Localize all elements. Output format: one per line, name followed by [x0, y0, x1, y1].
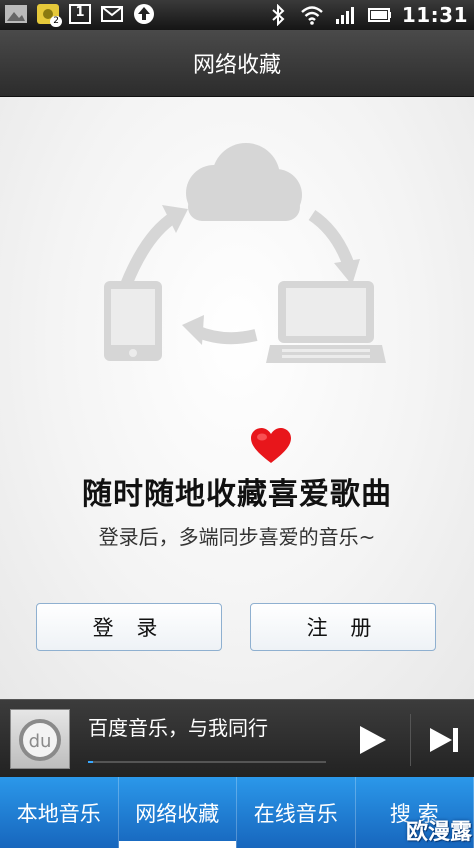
arrow-down-icon: [308, 210, 360, 285]
gallery-icon: [4, 3, 28, 25]
bottom-tab-bar: 本地音乐 网络收藏 在线音乐 搜 索 欧漫露: [0, 777, 474, 848]
title-bar: 网络收藏: [0, 30, 474, 97]
upload-icon: [132, 3, 156, 25]
mail-icon: [100, 3, 124, 25]
signal-icon: [334, 4, 358, 26]
battery-icon: [367, 4, 392, 26]
divider: [410, 714, 411, 766]
album-logo-text: du: [29, 731, 52, 752]
status-bar: 2 1 11:31: [0, 0, 474, 30]
tab-online-music[interactable]: 在线音乐: [237, 777, 356, 848]
cloud-sync-panel: 随时随地收藏喜爱歌曲 登录后，多端同步喜爱的音乐~ 登 录 注 册: [0, 97, 474, 699]
album-art[interactable]: du: [10, 709, 70, 769]
register-button[interactable]: 注 册: [250, 603, 436, 651]
notification-badge: 2: [50, 16, 62, 27]
track-title: 百度音乐，与我同行: [88, 716, 268, 740]
mini-player: du 百度音乐，与我同行: [0, 699, 474, 778]
wifi-icon: [300, 4, 324, 26]
tab-local-music[interactable]: 本地音乐: [0, 777, 119, 848]
app-notification-icon: 2: [36, 3, 62, 27]
headline: 随时随地收藏喜爱歌曲: [82, 477, 392, 512]
arrow-left-icon: [182, 315, 258, 345]
next-button[interactable]: [424, 720, 464, 760]
subline: 登录后，多端同步喜爱的音乐~: [98, 525, 376, 549]
progress-fill: [88, 761, 93, 763]
watermark: 欧漫露: [405, 820, 472, 845]
cloud-icon: [186, 143, 302, 221]
page-title: 网络收藏: [192, 53, 281, 78]
bluetooth-icon: [266, 4, 290, 26]
cloud-sync-illustration: [104, 143, 386, 363]
heart-icon: [251, 428, 291, 463]
calendar-icon: 1: [68, 3, 92, 25]
laptop-icon: [266, 281, 386, 363]
calendar-day: 1: [75, 5, 85, 20]
login-button[interactable]: 登 录: [36, 603, 222, 651]
phone-icon: [104, 281, 162, 361]
play-button[interactable]: [352, 720, 392, 760]
arrow-up-icon: [120, 205, 188, 288]
tab-net-favorites[interactable]: 网络收藏: [118, 777, 237, 848]
clock: 11:31: [401, 3, 468, 27]
progress-bar[interactable]: [88, 761, 326, 763]
baidu-music-logo-icon: du: [19, 719, 61, 761]
